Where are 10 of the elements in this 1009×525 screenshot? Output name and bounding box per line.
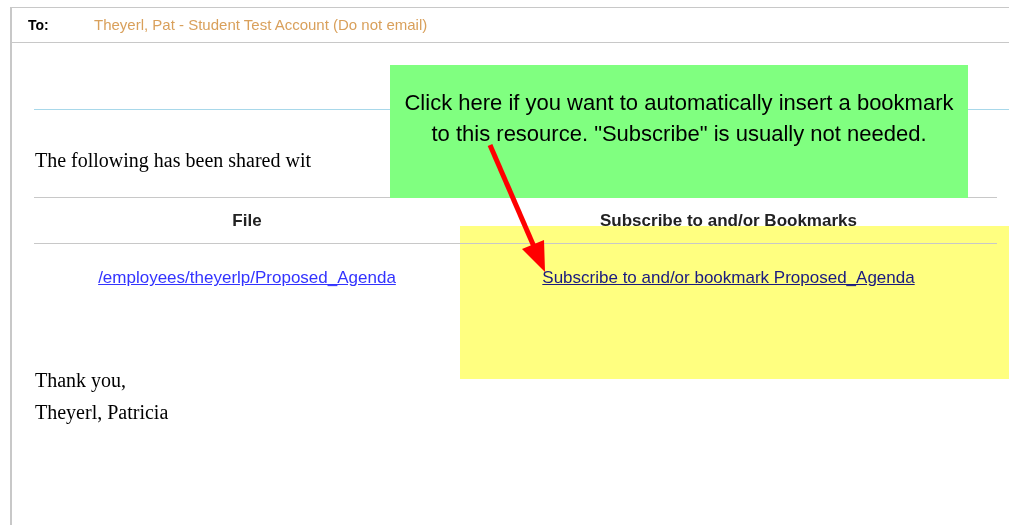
file-link[interactable]: /employees/theyerlp/Proposed_Agenda bbox=[98, 265, 396, 291]
subscribe-link[interactable]: Subscribe to and/or bookmark Proposed_Agenda bbox=[542, 265, 915, 291]
closing-text: Thank you, bbox=[35, 368, 127, 394]
to-label: To: bbox=[28, 15, 50, 35]
recipient-name: Theyerl, Pat - Student Test Account (Do not email) bbox=[94, 14, 428, 35]
column-header: File bbox=[232, 209, 262, 232]
signature-text: Theyerl, Patricia bbox=[35, 400, 169, 426]
intro-text: The following has been shared wit bbox=[35, 148, 312, 173]
column-header: Subscribe to and/or Bookmarks bbox=[600, 209, 857, 232]
callout-box: Click here if you want to automatically insert a bookmark to this resource. "Subscribe" is usually not needed. bbox=[390, 65, 968, 198]
